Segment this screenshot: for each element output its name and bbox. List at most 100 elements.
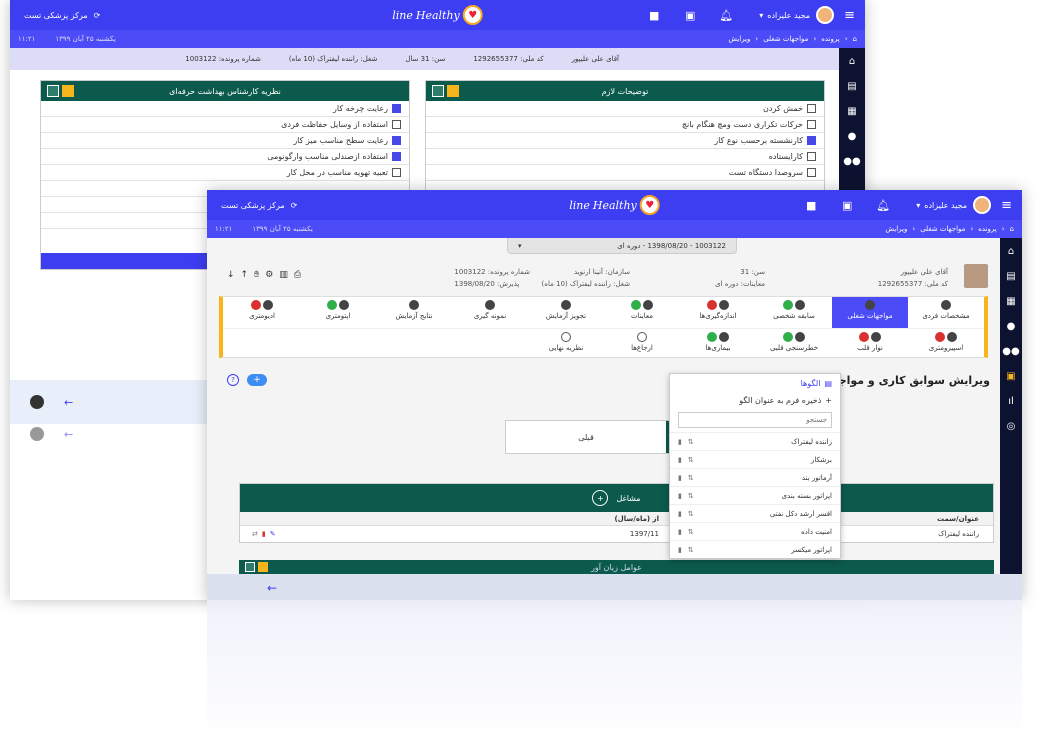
user-name[interactable]: مجید علیزاده xyxy=(767,11,810,20)
delete-icon[interactable]: ▮ xyxy=(678,474,682,482)
checklist-item[interactable]: استفاده ازصندلی مناسب وارگونومی xyxy=(41,149,409,165)
step-tab[interactable]: مواجهات شغلی xyxy=(832,297,908,328)
sort-icon[interactable]: ⇅ xyxy=(688,492,694,500)
chevron-down-icon[interactable]: ▾ xyxy=(916,201,920,210)
delete-icon[interactable]: ▮ xyxy=(678,492,682,500)
hand-icon[interactable]: ✋︎ xyxy=(254,270,259,280)
delete-icon[interactable]: ▮ xyxy=(262,530,266,538)
check-icon[interactable] xyxy=(258,562,268,572)
step-tab[interactable]: اسپیرومتری xyxy=(908,329,984,357)
step-tab[interactable]: نظریه نهایی xyxy=(528,329,604,357)
printer-icon[interactable]: ⎙ xyxy=(294,270,301,280)
menu-icon[interactable] xyxy=(432,85,444,97)
checklist-item[interactable]: استفاده از وسایل حفاظت فردی xyxy=(41,117,409,133)
template-item[interactable]: برشکار ▮ ⇅ xyxy=(670,450,840,468)
step-tab[interactable]: بیماری‌ها xyxy=(680,329,756,357)
step-tab[interactable]: نتایج آزمایش xyxy=(376,297,452,328)
breadcrumb-1[interactable]: پرونده xyxy=(978,225,996,233)
bell-icon[interactable]: 🔔︎ xyxy=(719,9,733,22)
table-row[interactable]: راننده لیفتراک 1397/11 ⇄ ▮ ✎ xyxy=(240,526,993,542)
checkbox[interactable] xyxy=(392,168,401,177)
checkbox[interactable] xyxy=(807,168,816,177)
arrow-down-icon[interactable]: ↓ xyxy=(227,270,235,280)
barcode-icon[interactable]: ▥ xyxy=(279,270,288,280)
save-as-template-button[interactable]: + ذخیره فرم به عنوان الگو xyxy=(670,392,840,408)
users-icon[interactable]: ●● xyxy=(1002,346,1019,357)
checkbox[interactable] xyxy=(807,120,816,129)
fingerprint-icon[interactable]: ◎ xyxy=(1007,421,1016,432)
step-tab[interactable]: اندازه‌گیری‌ها xyxy=(680,297,756,328)
checklist-item[interactable]: حرکات تکراری دست ومچ هنگام بانچ xyxy=(426,117,824,133)
step-tab[interactable]: ارجاع‌ها xyxy=(604,329,680,357)
delete-icon[interactable]: ▮ xyxy=(678,528,682,536)
refresh-icon[interactable]: ⟳ xyxy=(94,11,101,20)
avatar[interactable] xyxy=(973,196,992,214)
step-tab[interactable]: ادیومتری xyxy=(224,297,300,328)
home-icon[interactable]: ⌂ xyxy=(853,35,857,43)
sort-icon[interactable]: ⇅ xyxy=(688,474,694,482)
template-item[interactable]: راننده لیفتراک ▮ ⇅ xyxy=(670,432,840,450)
arrow-up-icon[interactable]: ↑ xyxy=(241,270,249,280)
checkbox[interactable] xyxy=(807,104,816,113)
checkbox[interactable] xyxy=(392,152,401,161)
add-button[interactable]: + xyxy=(247,374,267,386)
circle-icon[interactable] xyxy=(30,427,44,441)
delete-icon[interactable]: ▮ xyxy=(678,546,682,554)
menu-icon[interactable]: ≡ xyxy=(1001,198,1012,213)
circle-icon[interactable] xyxy=(30,395,44,409)
menu-icon[interactable] xyxy=(47,85,59,97)
home-icon[interactable]: ⌂ xyxy=(1008,246,1014,257)
delete-icon[interactable]: ▮ xyxy=(678,438,682,446)
toggle-current[interactable]: قبلی xyxy=(506,421,666,453)
chat-icon[interactable]: ■ xyxy=(647,9,661,22)
chevron-down-icon[interactable]: ▾ xyxy=(759,11,763,20)
checklist-item[interactable]: خمش کردن xyxy=(426,101,824,117)
print-icon[interactable]: ▦ xyxy=(1006,296,1015,307)
checklist-item[interactable]: تعبیه تهویه مناسب در محل کار xyxy=(41,165,409,181)
file-icon[interactable]: ▤ xyxy=(1006,271,1015,282)
chart-icon[interactable]: ıl xyxy=(1008,396,1014,407)
breadcrumb-2[interactable]: مواجهات شغلی xyxy=(763,35,808,43)
step-tab[interactable]: معاینات xyxy=(604,297,680,328)
file-icon[interactable]: ▤ xyxy=(847,81,856,92)
gear-icon[interactable]: ⚙ xyxy=(265,270,273,280)
checkbox[interactable] xyxy=(807,136,816,145)
folder-icon[interactable]: ▣ xyxy=(1006,371,1015,382)
arrow-left-icon[interactable]: ← xyxy=(267,581,277,595)
swap-icon[interactable]: ⇄ xyxy=(252,530,258,538)
step-tab[interactable]: سابقه شخصی xyxy=(756,297,832,328)
checkbox[interactable] xyxy=(392,120,401,129)
step-tab[interactable]: خطرسنجی قلبی xyxy=(756,329,832,357)
check-icon[interactable] xyxy=(447,85,459,97)
template-item[interactable]: اپراتور میکسر ▮ ⇅ xyxy=(670,540,840,558)
checklist-item[interactable]: سروصدا دستگاه تست xyxy=(426,165,824,181)
step-tab[interactable]: مشخصات فردی xyxy=(908,297,984,328)
add-job-button[interactable]: + xyxy=(592,490,609,506)
chat-icon[interactable]: ■ xyxy=(804,199,818,212)
delete-icon[interactable]: ▮ xyxy=(678,456,682,464)
user-name[interactable]: مجید علیزاده xyxy=(924,201,967,210)
help-icon[interactable]: ? xyxy=(227,374,239,386)
step-tab[interactable]: نوار قلب xyxy=(832,329,908,357)
step-tab[interactable]: اپتومتری xyxy=(300,297,376,328)
avatar[interactable] xyxy=(816,6,835,24)
step-tab[interactable]: تجویز آزمایش xyxy=(528,297,604,328)
sort-icon[interactable]: ⇅ xyxy=(688,438,694,446)
bell-icon[interactable]: 🔔︎ xyxy=(876,199,890,212)
period-select[interactable]: 1003122 - 1398/08/20 - دوره ای ▾ xyxy=(507,238,737,254)
arrow-left-icon[interactable]: ← xyxy=(64,428,73,441)
breadcrumb-2[interactable]: مواجهات شغلی xyxy=(920,225,965,233)
sort-icon[interactable]: ⇅ xyxy=(688,528,694,536)
back-arrow-row-2[interactable]: ← xyxy=(10,424,210,444)
arrow-left-icon[interactable]: ← xyxy=(64,396,73,409)
user-icon[interactable]: ● xyxy=(848,131,857,142)
sort-icon[interactable]: ⇅ xyxy=(688,546,694,554)
checkbox[interactable] xyxy=(807,152,816,161)
template-item[interactable]: افسر ارشد دکل نفتی ▮ ⇅ xyxy=(670,504,840,522)
delete-icon[interactable]: ▮ xyxy=(678,510,682,518)
checklist-item[interactable]: کارنشسته برحسب نوع کار xyxy=(426,133,824,149)
menu-icon[interactable] xyxy=(245,562,255,572)
checkbox[interactable] xyxy=(392,136,401,145)
checkbox[interactable] xyxy=(392,104,401,113)
checklist-item[interactable]: کارایستاده xyxy=(426,149,824,165)
